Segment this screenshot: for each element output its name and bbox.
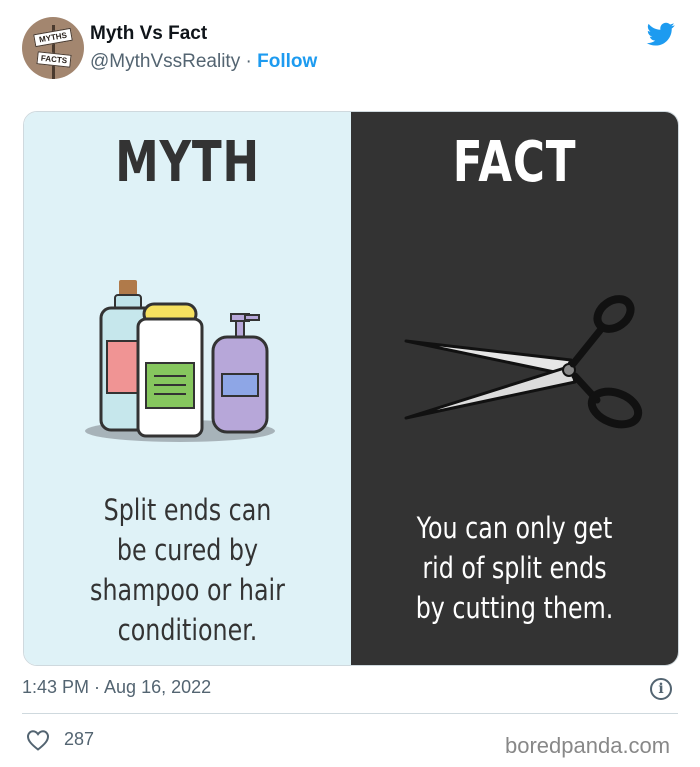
myth-text: Split ends can be cured by shampoo or ha… — [53, 490, 321, 650]
myth-line: shampoo or hair — [90, 573, 285, 607]
follow-button[interactable]: Follow — [257, 51, 317, 72]
info-icon[interactable]: i — [650, 678, 672, 700]
avatar-sign-facts: FACTS — [36, 51, 72, 68]
myth-title: MYTH — [115, 130, 260, 195]
heart-icon[interactable] — [26, 729, 50, 751]
fact-line: by cutting them. — [415, 591, 614, 625]
myth-panel: MYTH Split ends can be cured by shampoo … — [24, 112, 351, 665]
shampoo-bottles-icon — [85, 280, 275, 442]
scissors-icon — [404, 295, 643, 429]
tweet-media-image[interactable]: MYTH Split ends can be cured by shampoo … — [23, 111, 679, 666]
display-name[interactable]: Myth Vs Fact — [90, 23, 207, 45]
tweet-timestamp[interactable]: 1:43 PM · Aug 16, 2022 — [22, 677, 211, 698]
twitter-bird-icon[interactable] — [644, 20, 678, 48]
fact-panel: FACT You can only get rid of split ends … — [351, 112, 678, 665]
separator: · — [245, 51, 252, 72]
fact-line: rid of split ends — [422, 551, 607, 585]
divider — [22, 713, 678, 714]
tweet-card: MYTHS FACTS Myth Vs Fact @MythVssReality… — [0, 0, 700, 767]
myth-line: Split ends can — [103, 493, 272, 527]
avatar[interactable]: MYTHS FACTS — [22, 17, 84, 79]
fact-text: You can only get rid of split ends by cu… — [380, 508, 648, 628]
fact-title: FACT — [452, 130, 577, 195]
source-watermark: boredpanda.com — [505, 733, 671, 758]
fact-line: You can only get — [416, 511, 613, 545]
myth-line: be cured by — [116, 533, 259, 567]
handle[interactable]: @MythVssReality — [90, 51, 240, 72]
like-count[interactable]: 287 — [64, 729, 94, 750]
myth-line: conditioner. — [117, 613, 258, 647]
handle-line: @MythVssReality · Follow — [90, 51, 317, 73]
